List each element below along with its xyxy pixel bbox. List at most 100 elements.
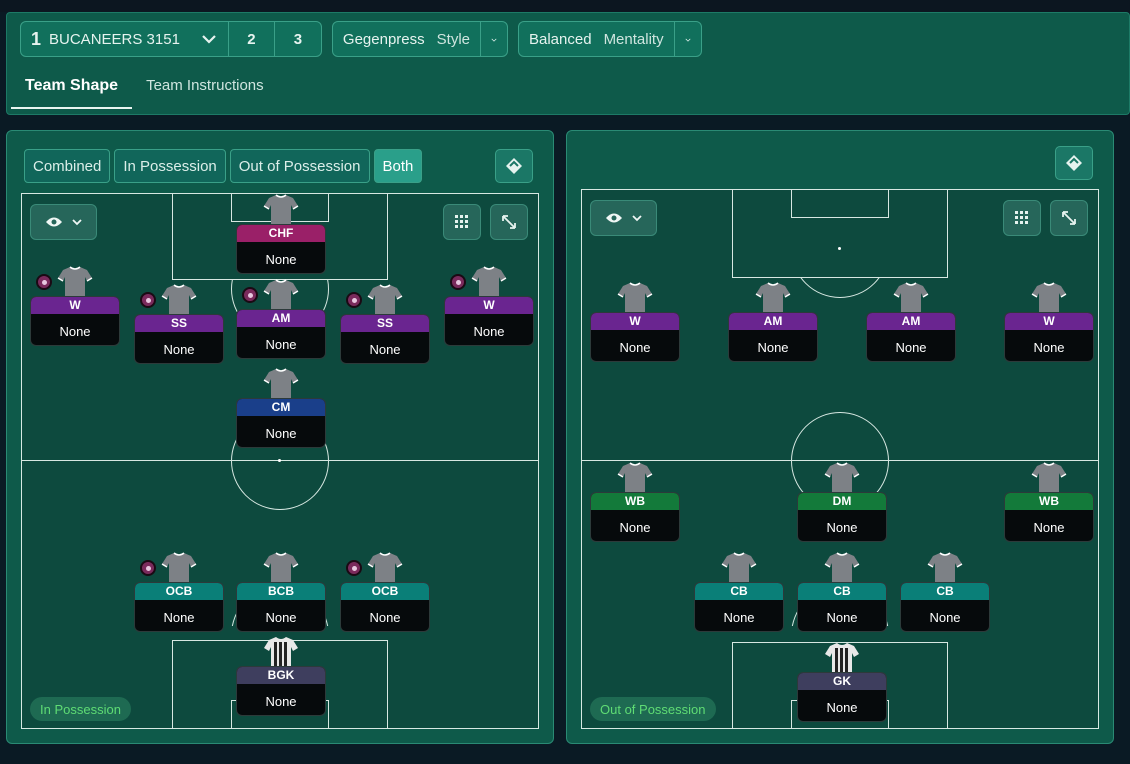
instruction-badge-icon [242, 287, 258, 303]
role-label: BCB [237, 583, 325, 600]
shirt-icon [161, 284, 197, 317]
tactic-slot-3[interactable]: 3 [275, 22, 321, 56]
style-label: Style [436, 30, 470, 48]
mode-tag: In Possession [30, 697, 131, 721]
player-card[interactable]: BCB None [236, 582, 326, 632]
segment-combined[interactable]: Combined [24, 149, 111, 183]
role-label: CB [695, 583, 783, 600]
player-slot[interactable]: AM None [236, 279, 326, 359]
player-card[interactable]: BGK None [236, 666, 326, 716]
mentality-value: Balanced [529, 30, 592, 48]
mentality-selector[interactable]: Balanced Mentality [519, 22, 675, 56]
player-card[interactable]: WB None [590, 492, 680, 542]
player-slot[interactable]: AM None [728, 282, 818, 362]
player-slot[interactable]: W None [444, 266, 534, 346]
shirt-icon [471, 266, 507, 299]
player-slot[interactable]: OCB None [134, 552, 224, 632]
visibility-toggle[interactable] [30, 204, 97, 240]
style-dropdown[interactable]: Gegenpress Style [331, 21, 508, 57]
player-slot[interactable]: GK None [797, 642, 887, 722]
centre-spot [278, 459, 281, 462]
instruction-badge-icon [140, 292, 156, 308]
player-slot[interactable]: W None [30, 266, 120, 346]
player-card[interactable]: SS None [340, 314, 430, 364]
shirt-icon [755, 282, 791, 315]
player-name: None [826, 520, 858, 535]
role-label: CB [798, 583, 886, 600]
segment-out-of-possession[interactable]: Out of Possession [229, 149, 370, 183]
player-card[interactable]: SS None [134, 314, 224, 364]
player-card[interactable]: W None [444, 296, 534, 346]
player-card[interactable]: W None [1004, 312, 1094, 362]
tab-team-instructions[interactable]: Team Instructions [132, 69, 278, 109]
style-selector[interactable]: Gegenpress Style [333, 22, 481, 56]
player-slot[interactable]: CB None [900, 552, 990, 632]
player-slot[interactable]: BCB None [236, 552, 326, 632]
player-slot[interactable]: WB None [590, 462, 680, 542]
player-slot[interactable]: CB None [797, 552, 887, 632]
paint-icon[interactable] [1055, 146, 1093, 180]
player-slot[interactable]: SS None [340, 284, 430, 364]
player-card[interactable]: AM None [866, 312, 956, 362]
player-name: None [929, 610, 961, 625]
player-card[interactable]: DM None [797, 492, 887, 542]
role-label: SS [341, 315, 429, 332]
player-card[interactable]: GK None [797, 672, 887, 722]
role-label: DM [798, 493, 886, 510]
player-card[interactable]: W None [590, 312, 680, 362]
grid-icon[interactable] [1003, 200, 1041, 236]
player-slot[interactable]: CB None [694, 552, 784, 632]
player-slot[interactable]: WB None [1004, 462, 1094, 542]
player-name: None [369, 342, 401, 357]
shirt-icon [721, 552, 757, 585]
player-card[interactable]: AM None [236, 309, 326, 359]
expand-icon[interactable] [490, 204, 528, 240]
player-card[interactable]: WB None [1004, 492, 1094, 542]
player-card[interactable]: CB None [900, 582, 990, 632]
player-slot[interactable]: W None [1004, 282, 1094, 362]
tactic-slot-2[interactable]: 2 [229, 22, 275, 56]
player-card[interactable]: CM None [236, 398, 326, 448]
tactic-slot-1[interactable]: 1 BUCANEERS 3151 [21, 22, 229, 56]
player-slot[interactable]: CHF None [236, 194, 326, 274]
segment-in-possession[interactable]: In Possession [114, 149, 226, 183]
role-label: OCB [135, 583, 223, 600]
shirt-icon [824, 462, 860, 495]
player-card[interactable]: AM None [728, 312, 818, 362]
visibility-toggle[interactable] [590, 200, 657, 236]
pitch: In Possession CHF None W None SS None AM None SS… [21, 193, 539, 729]
paint-icon[interactable] [495, 149, 533, 183]
player-name: None [826, 700, 858, 715]
player-card[interactable]: CHF None [236, 224, 326, 274]
player-card[interactable]: OCB None [340, 582, 430, 632]
instruction-badge-icon [450, 274, 466, 290]
player-slot[interactable]: BGK None [236, 636, 326, 716]
player-name: None [619, 340, 651, 355]
player-card[interactable]: CB None [797, 582, 887, 632]
player-slot[interactable]: SS None [134, 284, 224, 364]
expand-icon[interactable] [1050, 200, 1088, 236]
penalty-spot [838, 247, 841, 250]
player-slot[interactable]: AM None [866, 282, 956, 362]
out-of-possession-panel: Out of Possession W None AM None AM None W None… [566, 130, 1114, 744]
chevron-down-icon[interactable] [481, 22, 507, 56]
tab-team-shape[interactable]: Team Shape [11, 69, 133, 109]
chevron-down-icon[interactable] [200, 30, 218, 48]
chevron-down-icon[interactable] [675, 22, 701, 56]
player-card[interactable]: OCB None [134, 582, 224, 632]
segment-both[interactable]: Both [373, 149, 423, 183]
player-card[interactable]: CB None [694, 582, 784, 632]
player-name: None [265, 252, 297, 267]
player-slot[interactable]: OCB None [340, 552, 430, 632]
player-slot[interactable]: DM None [797, 462, 887, 542]
shirt-icon [263, 368, 299, 401]
role-label: OCB [341, 583, 429, 600]
tactic-slot-number: 1 [31, 28, 42, 49]
player-card[interactable]: W None [30, 296, 120, 346]
tactics-header: 1 BUCANEERS 3151 2 3 Gegenpress Style Ba… [6, 12, 1130, 115]
mentality-dropdown[interactable]: Balanced Mentality [518, 21, 702, 57]
shirt-icon [1031, 462, 1067, 495]
player-slot[interactable]: W None [590, 282, 680, 362]
player-slot[interactable]: CM None [236, 368, 326, 448]
grid-icon[interactable] [443, 204, 481, 240]
